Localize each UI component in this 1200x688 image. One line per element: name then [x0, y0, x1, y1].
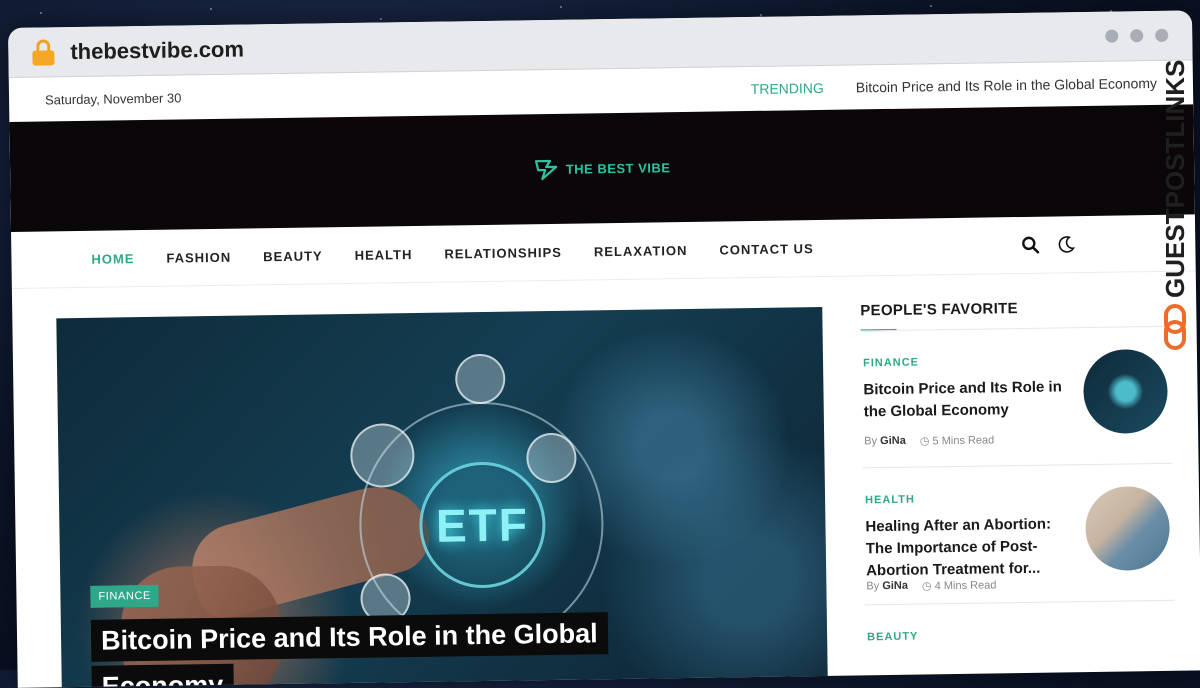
- clock-icon: ◷: [919, 435, 930, 448]
- url-text[interactable]: thebestvibe.com: [70, 36, 244, 65]
- peoples-favorite-sidebar: PEOPLE'S FAVORITE FINANCE Bitcoin Price …: [860, 298, 1175, 646]
- list-item[interactable]: HEALTH Healing After an Abortion: The Im…: [862, 463, 1175, 606]
- featured-category-badge[interactable]: FINANCE: [90, 584, 160, 608]
- current-date: Saturday, November 30: [44, 89, 182, 107]
- site-logo[interactable]: THE BEST VIBE: [534, 155, 671, 181]
- svg-text:GUESTPOSTLINKS: GUESTPOSTLINKS: [1160, 60, 1190, 298]
- post-thumbnail[interactable]: [1084, 485, 1171, 572]
- trending-label: TRENDING: [750, 79, 824, 97]
- post-meta: By GiNa ◷ 4 Mins Read: [866, 579, 997, 593]
- nav-item-beauty[interactable]: BEAUTY: [263, 248, 323, 264]
- clock-icon: ◷: [921, 580, 932, 593]
- main-content: ETF FINANCE Bitcoin Price and Its Role i…: [12, 271, 1200, 688]
- list-item[interactable]: FINANCE Bitcoin Price and Its Role in th…: [860, 326, 1173, 469]
- post-author[interactable]: GiNa: [880, 435, 906, 447]
- post-meta: By GiNa ◷ 5 Mins Read: [864, 434, 995, 448]
- site-header: THE BEST VIBE: [9, 104, 1195, 232]
- read-time: 4 Mins Read: [934, 579, 997, 593]
- post-author[interactable]: GiNa: [882, 580, 908, 592]
- read-time: 5 Mins Read: [932, 434, 995, 448]
- lock-icon: [32, 38, 55, 66]
- logo-mark-icon: [534, 159, 557, 181]
- post-title[interactable]: Bitcoin Price and Its Role in the Global…: [863, 376, 1069, 423]
- window-controls: [1105, 28, 1169, 43]
- network-node-icon: [454, 353, 506, 405]
- nav-item-relaxation[interactable]: RELAXATION: [594, 242, 688, 258]
- nav-item-relationships[interactable]: RELATIONSHIPS: [444, 244, 562, 261]
- featured-post[interactable]: ETF FINANCE Bitcoin Price and Its Role i…: [56, 306, 829, 688]
- window-dot-icon[interactable]: [1155, 28, 1169, 42]
- window-dot-icon[interactable]: [1105, 29, 1119, 43]
- nav-item-contact-us[interactable]: CONTACT US: [719, 241, 813, 257]
- post-category[interactable]: BEAUTY: [867, 631, 918, 644]
- logo-text: THE BEST VIBE: [565, 159, 671, 177]
- post-category[interactable]: HEALTH: [865, 494, 915, 507]
- window-dot-icon[interactable]: [1130, 29, 1144, 43]
- nav-tools: [1021, 235, 1075, 254]
- nav-item-home[interactable]: HOME: [91, 251, 134, 267]
- list-item[interactable]: BEAUTY: [865, 601, 1176, 646]
- featured-title[interactable]: Bitcoin Price and Its Role in the Global…: [90, 610, 652, 688]
- guestpostlinks-watermark: GUESTPOSTLINKS: [1160, 60, 1190, 350]
- search-icon[interactable]: [1021, 236, 1040, 254]
- trending-link[interactable]: Bitcoin Price and Its Role in the Global…: [856, 75, 1157, 95]
- link-chain-icon: [1164, 304, 1186, 350]
- post-category[interactable]: FINANCE: [863, 357, 919, 370]
- browser-window: thebestvibe.com Saturday, November 30 TR…: [8, 10, 1200, 688]
- trending-ticker: TRENDING Bitcoin Price and Its Role in t…: [751, 75, 1157, 97]
- post-thumbnail[interactable]: [1082, 348, 1169, 435]
- post-title[interactable]: Healing After an Abortion: The Importanc…: [865, 513, 1071, 582]
- nav-item-health[interactable]: HEALTH: [355, 247, 413, 263]
- dark-mode-moon-icon[interactable]: [1057, 235, 1075, 253]
- sidebar-heading: PEOPLE'S FAVORITE: [860, 300, 1018, 320]
- nav-item-fashion[interactable]: FASHION: [166, 249, 231, 265]
